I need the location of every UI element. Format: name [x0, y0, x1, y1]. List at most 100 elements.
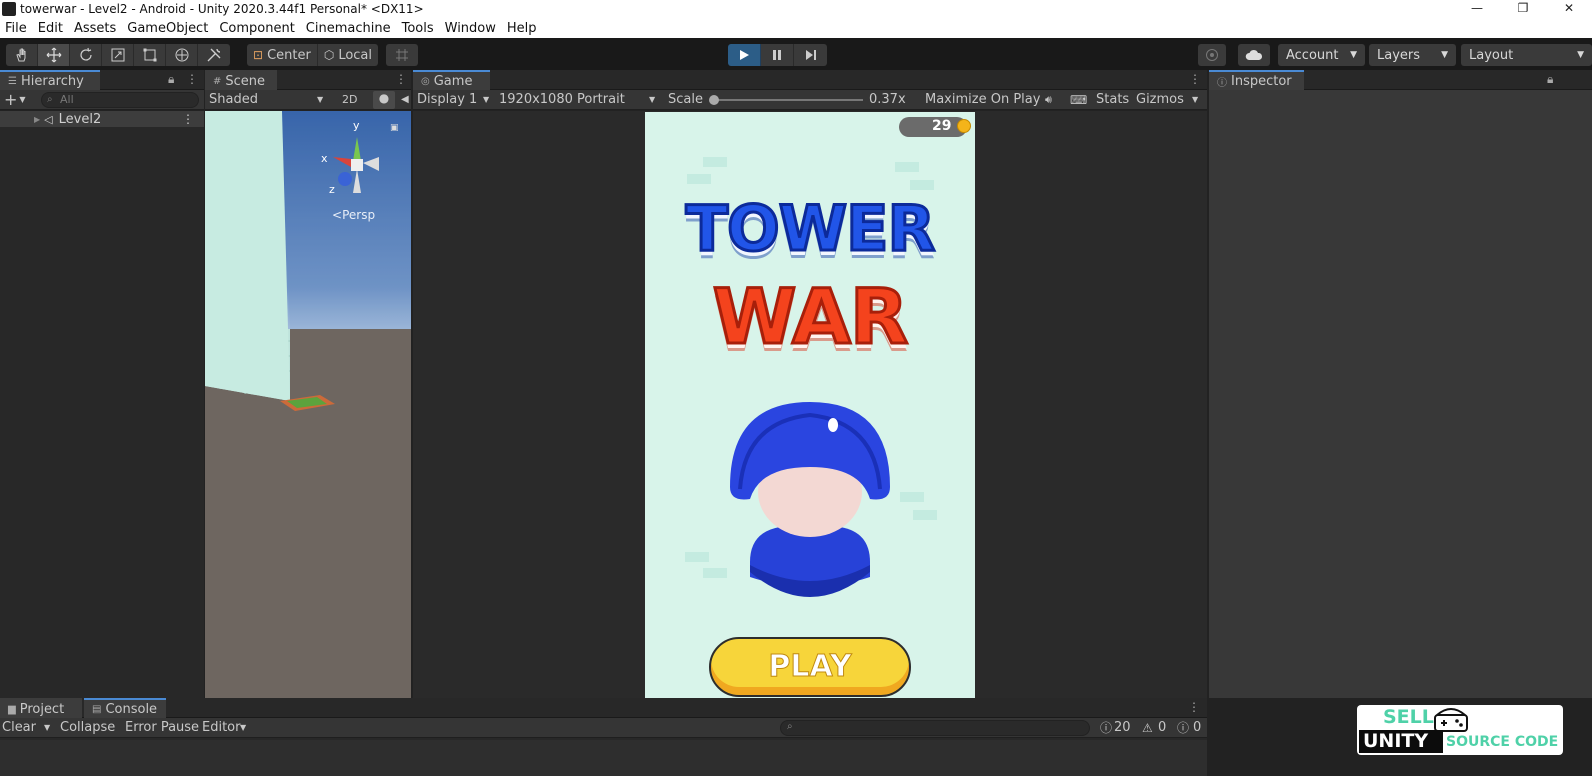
audio-toggle-icon[interactable]: ◀: [401, 94, 409, 105]
tab-scene[interactable]: # Scene: [205, 70, 277, 90]
menu-window[interactable]: Window: [440, 21, 502, 36]
snap-group: [386, 44, 418, 66]
hand-tool-icon[interactable]: [6, 44, 38, 66]
mute-audio-icon[interactable]: 🔊︎: [1045, 93, 1052, 107]
pivot-mode-label: Center: [267, 47, 311, 63]
hierarchy-tab-label: Hierarchy: [20, 73, 84, 89]
menu-help[interactable]: Help: [502, 21, 543, 36]
kebab-menu-icon[interactable]: ⋮: [395, 72, 407, 86]
scale-slider-track[interactable]: [709, 95, 863, 105]
tab-inspector[interactable]: ⓘ Inspector: [1209, 70, 1304, 90]
kebab-menu-icon[interactable]: ⋮: [1188, 700, 1200, 714]
2d-mode-toggle[interactable]: 2D: [342, 93, 357, 106]
info-count-icon[interactable]: ⓘ: [1100, 719, 1112, 736]
menu-component[interactable]: Component: [214, 21, 300, 36]
chevron-down-icon[interactable]: ▼: [1192, 95, 1198, 104]
console-tab-label: Console: [105, 701, 158, 717]
scale-slider-handle[interactable]: [709, 95, 719, 105]
game-screen[interactable]: 29 TOWER WAR PLAY: [645, 112, 975, 698]
maximize-on-play-toggle[interactable]: Maximize On Play: [925, 92, 1040, 107]
layout-dropdown[interactable]: Layout ▼: [1461, 44, 1592, 66]
hierarchy-search-input[interactable]: ⌕ All: [41, 92, 199, 108]
hierarchy-tabbar: ☰ Hierarchy 🔒︎ ⋮: [0, 70, 204, 90]
menu-assets[interactable]: Assets: [69, 21, 122, 36]
search-icon: ⌕: [47, 94, 53, 105]
keyboard-icon[interactable]: ⌨: [1070, 93, 1087, 107]
pause-icon[interactable]: [761, 44, 794, 66]
hierarchy-item-label: Level2: [58, 111, 102, 127]
menu-file[interactable]: File: [0, 21, 33, 36]
tab-project[interactable]: ▆ Project: [0, 698, 82, 718]
collab-icon[interactable]: [1198, 44, 1226, 66]
play-icon[interactable]: [728, 44, 761, 66]
grid-icon: #: [213, 75, 222, 87]
chevron-down-icon[interactable]: ▼: [19, 95, 25, 104]
editor-dropdown[interactable]: Editor: [202, 720, 240, 735]
account-dropdown[interactable]: Account ▼: [1278, 44, 1365, 66]
clear-button[interactable]: Clear: [2, 720, 36, 735]
grid-snap-icon[interactable]: [386, 44, 418, 66]
layers-dropdown[interactable]: Layers ▼: [1369, 44, 1456, 66]
stats-toggle[interactable]: Stats: [1096, 92, 1129, 107]
pivot-mode-toggle[interactable]: ⊡ Center: [247, 44, 318, 66]
rotate-tool-icon[interactable]: [70, 44, 102, 66]
gizmos-toggle[interactable]: Gizmos: [1136, 92, 1184, 107]
list-icon: ☰: [8, 75, 17, 87]
shading-mode-dropdown[interactable]: Shaded: [209, 92, 258, 107]
chevron-down-icon[interactable]: ▼: [317, 95, 323, 104]
chevron-down-icon[interactable]: ▼: [240, 723, 246, 732]
menu-cinemachine[interactable]: Cinemachine: [301, 21, 397, 36]
minimize-icon[interactable]: —: [1454, 0, 1500, 18]
inspector-body: [1209, 90, 1592, 698]
chevron-down-icon: ▼: [1577, 50, 1584, 60]
error-icon[interactable]: ⓘ: [1177, 719, 1189, 736]
hierarchy-item-level2[interactable]: ▶ ◁ Level2 ⋮: [0, 111, 204, 127]
lock-icon[interactable]: 🔒︎: [1547, 72, 1553, 87]
resolution-dropdown[interactable]: 1920x1080 Portrait: [499, 92, 625, 107]
warning-icon[interactable]: ⚠: [1142, 721, 1153, 735]
kebab-menu-icon[interactable]: ⋮: [1189, 72, 1201, 86]
scene-viewport[interactable]: y x z ▣ <Persp: [205, 111, 411, 698]
menu-edit[interactable]: Edit: [33, 21, 69, 36]
chevron-down-icon[interactable]: ▼: [44, 723, 50, 732]
custom-tools-icon[interactable]: [198, 44, 230, 66]
menu-tools[interactable]: Tools: [397, 21, 440, 36]
chevron-down-icon[interactable]: ▼: [483, 95, 489, 104]
chevron-down-icon[interactable]: ▼: [649, 95, 655, 104]
menu-gameobject[interactable]: GameObject: [122, 21, 214, 36]
close-icon[interactable]: ✕: [1546, 0, 1592, 18]
kebab-menu-icon[interactable]: ⋮: [182, 112, 194, 126]
watermark-logo: SELL UNITY SOURCE CODE: [1357, 705, 1563, 755]
play-button-label: PLAY: [768, 649, 852, 685]
projection-label[interactable]: <Persp: [332, 208, 375, 222]
scale-tool-icon[interactable]: [102, 44, 134, 66]
lock-icon[interactable]: 🔒︎: [168, 72, 174, 87]
lock-icon[interactable]: ▣: [390, 123, 399, 133]
add-icon[interactable]: +: [4, 90, 17, 109]
lighting-icon[interactable]: ●: [373, 91, 395, 109]
soldier-avatar: [730, 402, 890, 597]
unity-scene-icon: ◁: [44, 112, 53, 126]
tab-console[interactable]: ▤ Console: [84, 698, 166, 718]
console-search-input[interactable]: ⌕: [780, 720, 1090, 736]
chevron-down-icon: ▼: [1441, 50, 1448, 60]
scene-orientation-gizmo[interactable]: y x z: [317, 117, 397, 207]
chevron-right-icon[interactable]: ▶: [34, 115, 40, 124]
layout-label: Layout: [1469, 47, 1514, 63]
tab-hierarchy[interactable]: ☰ Hierarchy: [0, 70, 100, 90]
move-tool-icon[interactable]: [38, 44, 70, 66]
restore-icon[interactable]: ❐: [1500, 0, 1546, 18]
game-viewport: 29 TOWER WAR PLAY: [413, 111, 1207, 698]
step-icon[interactable]: [794, 44, 827, 66]
error-pause-toggle[interactable]: Error Pause: [125, 720, 199, 735]
error-count: 0: [1193, 720, 1202, 735]
collapse-toggle[interactable]: Collapse: [60, 720, 115, 735]
tab-game[interactable]: ◎ Game: [413, 70, 490, 90]
kebab-menu-icon[interactable]: ⋮: [186, 72, 198, 86]
pivot-space-toggle[interactable]: ⬡ Local: [318, 44, 378, 66]
play-button[interactable]: PLAY: [709, 637, 911, 697]
cloud-icon[interactable]: [1238, 44, 1270, 66]
rect-tool-icon[interactable]: [134, 44, 166, 66]
display-dropdown[interactable]: Display 1: [417, 92, 477, 107]
transform-tool-icon[interactable]: [166, 44, 198, 66]
